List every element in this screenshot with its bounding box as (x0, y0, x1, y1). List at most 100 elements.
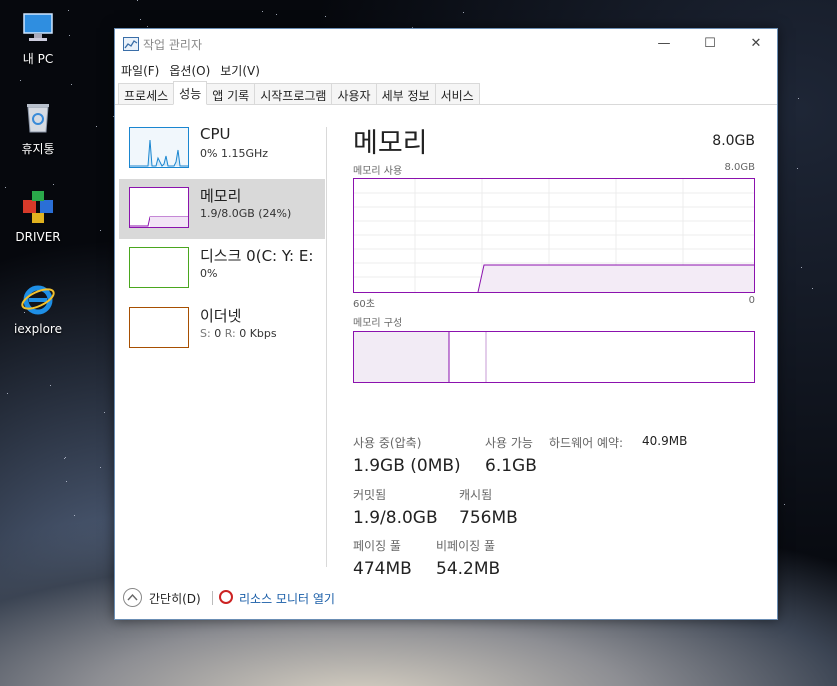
tab-details[interactable]: 세부 정보 (375, 83, 436, 104)
nonpaged-pool-value: 54.2MB (436, 559, 501, 579)
in-use-label: 사용 중(압축) (353, 436, 422, 450)
star (20, 80, 21, 81)
sidebar-item-label: 디스크 0(C: Y: E: (200, 247, 314, 265)
axis-right-label: 0 (748, 295, 755, 306)
performance-sidebar: CPU 0% 1.15GHz 메모리 1.9/8.0GB (24%) 디스크 0… (119, 119, 325, 359)
total-capacity: 8.0GB (712, 133, 755, 149)
available-label: 사용 가능 (485, 436, 533, 450)
sidebar-item-memory[interactable]: 메모리 1.9/8.0GB (24%) (119, 179, 325, 239)
star (100, 467, 101, 468)
fewer-details-label[interactable]: 간단히(D) (149, 590, 201, 607)
sidebar-item-detail: 0% (200, 267, 218, 280)
tab-startup[interactable]: 시작프로그램 (254, 83, 333, 104)
sidebar-item-disk[interactable]: 디스크 0(C: Y: E: 0% (119, 239, 325, 299)
tab-services[interactable]: 서비스 (434, 83, 480, 104)
menu-file[interactable]: 파일(F) (121, 59, 166, 81)
menu-options[interactable]: 옵션(O) (169, 59, 217, 81)
desktop-icon-recycle-bin[interactable]: 휴지통 (4, 98, 72, 157)
star (104, 412, 105, 413)
sidebar-item-detail: S: 0 R: 0 Kbps (200, 327, 277, 340)
star (96, 126, 97, 127)
star (74, 515, 75, 516)
send-value: 0 (214, 327, 222, 340)
send-label: S: (200, 327, 211, 340)
cpu-thumbnail-graph (129, 127, 189, 168)
recycle-bin-icon (19, 98, 57, 136)
desktop-icon-iexplore[interactable]: iexplore (4, 280, 72, 336)
star (64, 458, 65, 459)
internet-explorer-icon (19, 280, 57, 318)
title-bar[interactable]: 작업 관리자 — ☐ ✕ (115, 29, 777, 59)
disk-thumbnail-graph (129, 247, 189, 288)
tab-performance[interactable]: 성능 (173, 81, 208, 105)
star (140, 19, 141, 20)
sidebar-item-ethernet[interactable]: 이더넷 S: 0 R: 0 Kbps (119, 299, 325, 359)
star (797, 168, 798, 169)
star (65, 457, 66, 458)
memory-thumbnail-graph (129, 187, 189, 228)
sidebar-item-cpu[interactable]: CPU 0% 1.15GHz (119, 119, 325, 179)
star (812, 288, 813, 289)
in-use-value: 1.9GB (0MB) (353, 456, 461, 476)
close-button[interactable]: ✕ (733, 29, 779, 59)
task-manager-icon (123, 37, 139, 51)
footer-separator (212, 591, 213, 605)
star (66, 481, 67, 482)
usage-graph-max: 8.0GB (724, 162, 755, 173)
desktop-icon-label: iexplore (14, 322, 62, 336)
minimize-button[interactable]: — (641, 29, 687, 59)
memory-composition-bar (353, 331, 755, 383)
sidebar-item-label: CPU (200, 125, 231, 143)
fewer-details-button[interactable] (123, 588, 142, 607)
star (276, 14, 277, 15)
menu-bar: 파일(F) 옵션(O) 보기(V) (115, 59, 777, 81)
tab-app-history[interactable]: 앱 기록 (206, 83, 256, 104)
sidebar-item-detail: 0% 1.15GHz (200, 147, 269, 160)
resource-monitor-icon (219, 590, 233, 604)
tab-bar: 프로세스 성능 앱 기록 시작프로그램 사용자 세부 정보 서비스 (115, 81, 777, 105)
star (147, 26, 148, 27)
receive-label: R: (224, 327, 236, 340)
panel-title: 메모리 (353, 128, 428, 159)
desktop-icon-driver[interactable]: DRIVER (4, 188, 72, 244)
menu-view[interactable]: 보기(V) (220, 59, 267, 81)
maximize-button[interactable]: ☐ (687, 29, 733, 59)
hw-reserved-label: 하드웨어 예약: (549, 436, 624, 450)
open-resource-monitor-link[interactable]: 리소스 모니터 열기 (239, 590, 335, 607)
driver-app-icon (19, 188, 57, 226)
star (71, 84, 72, 85)
cached-value: 756MB (459, 508, 518, 528)
sidebar-divider (326, 127, 327, 567)
desktop-icon-this-pc[interactable]: 내 PC (4, 8, 72, 67)
star (784, 504, 785, 505)
star (50, 385, 51, 386)
sidebar-item-label: 이더넷 (200, 307, 242, 325)
committed-label: 커밋됨 (353, 488, 387, 502)
composition-label: 메모리 구성 (353, 318, 403, 329)
nonpaged-pool-label: 비페이징 풀 (436, 539, 496, 553)
paged-pool-label: 페이징 풀 (353, 539, 401, 553)
available-value: 6.1GB (485, 456, 537, 476)
task-manager-window: 작업 관리자 — ☐ ✕ 파일(F) 옵션(O) 보기(V) 프로세스 성능 앱… (114, 28, 778, 620)
usage-graph-label: 메모리 사용 (353, 166, 403, 177)
star (7, 393, 8, 394)
star (262, 11, 263, 12)
desktop-icon-label: 내 PC (22, 52, 54, 66)
committed-value: 1.9/8.0GB (353, 508, 438, 528)
star (137, 0, 138, 1)
receive-value: 0 Kbps (239, 327, 277, 340)
memory-usage-graph (353, 178, 755, 293)
sidebar-item-label: 메모리 (200, 187, 242, 205)
star (463, 12, 464, 13)
desktop-icon-label: DRIVER (15, 230, 61, 244)
axis-left-label: 60초 (353, 299, 375, 310)
star (801, 267, 802, 268)
paged-pool-value: 474MB (353, 559, 412, 579)
chevron-up-icon (127, 593, 138, 601)
tab-processes[interactable]: 프로세스 (118, 83, 175, 104)
tab-users[interactable]: 사용자 (331, 83, 377, 104)
sidebar-item-detail: 1.9/8.0GB (24%) (200, 207, 292, 220)
star (53, 184, 54, 185)
window-footer: 간단히(D) 리소스 모니터 열기 (115, 577, 777, 619)
star (325, 16, 326, 17)
